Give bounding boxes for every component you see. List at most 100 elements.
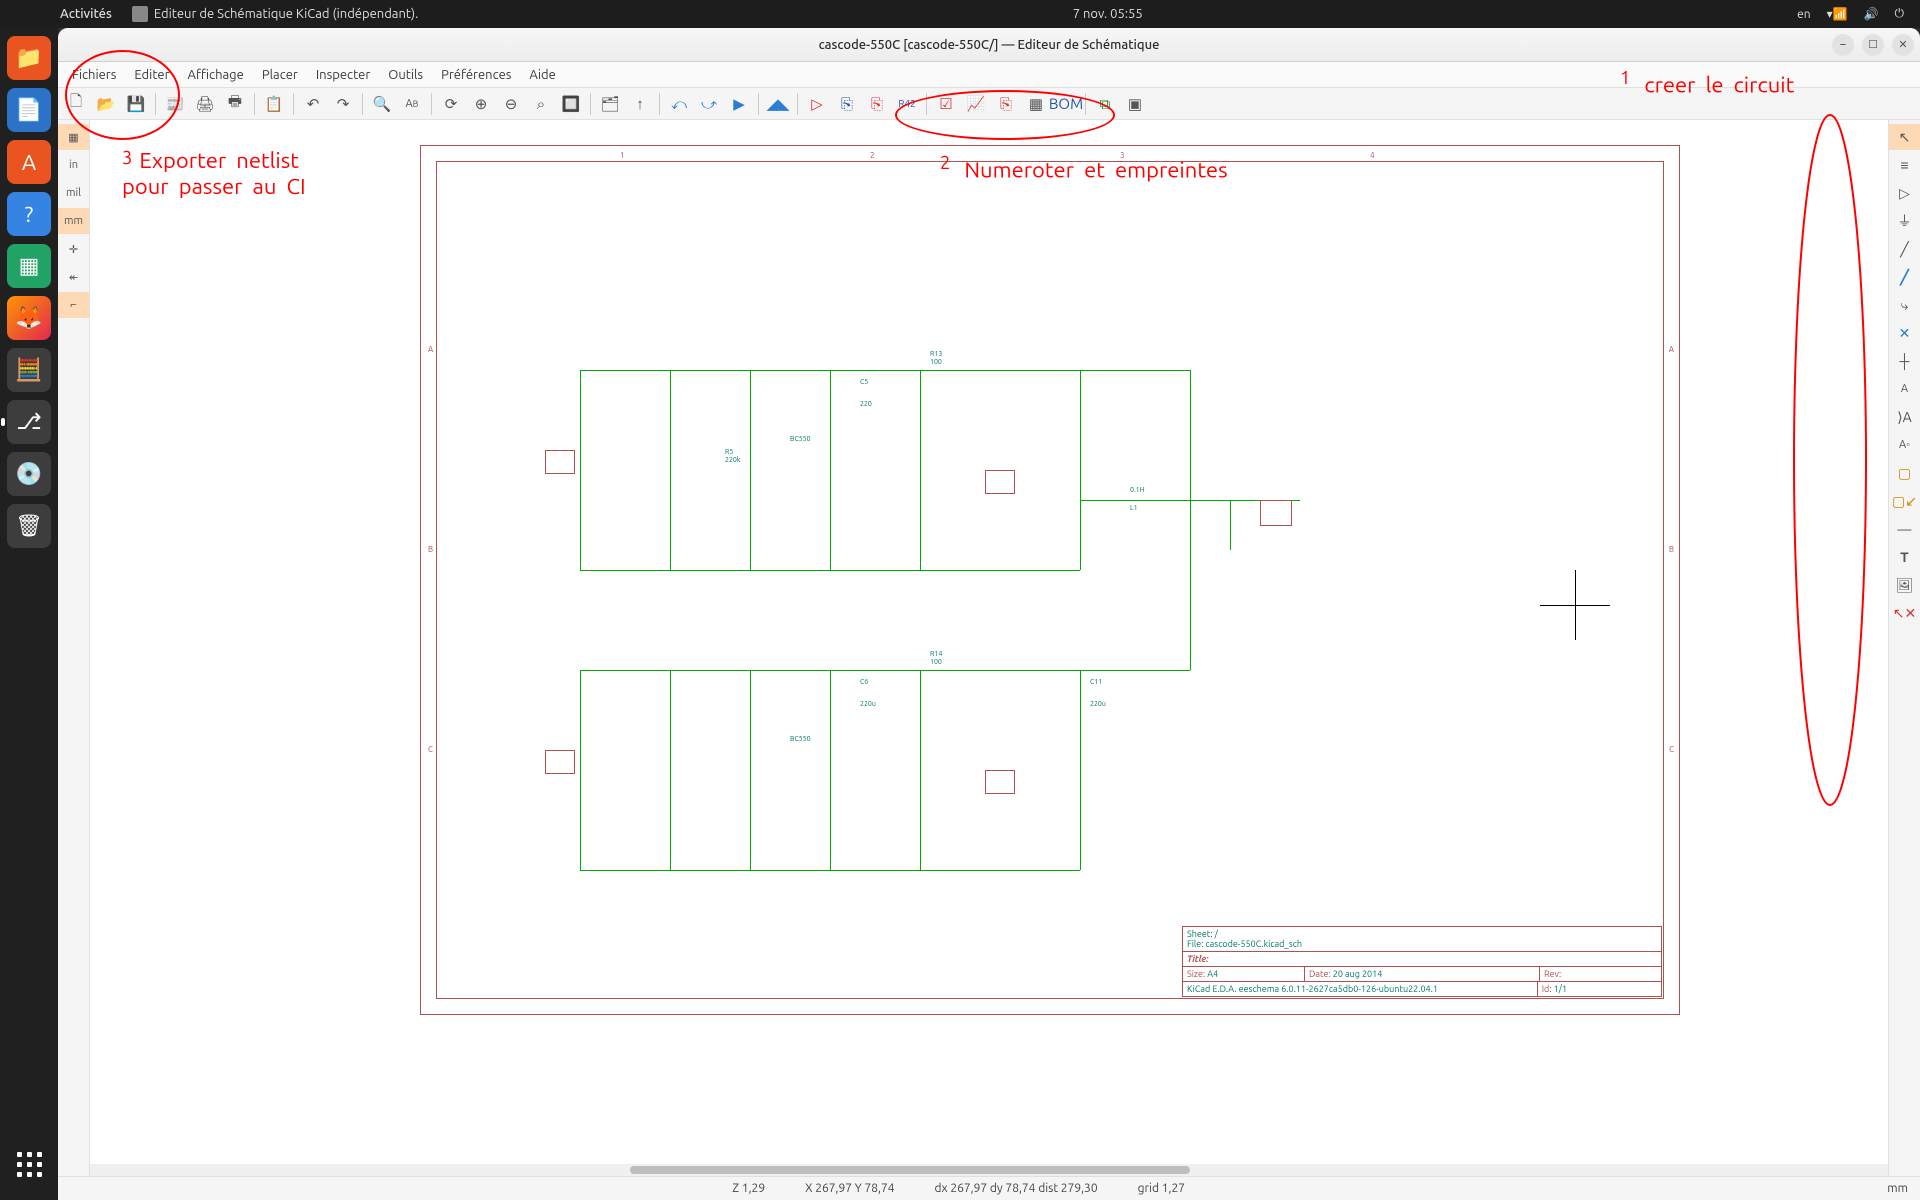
- separator: [797, 93, 798, 115]
- dock-writer[interactable]: 📄: [7, 88, 51, 132]
- open-icon[interactable]: 📂: [92, 90, 120, 118]
- global-label-icon[interactable]: ⟩A: [1889, 404, 1920, 430]
- menu-aide[interactable]: Aide: [521, 65, 563, 85]
- open-pcb-icon[interactable]: ⧉: [1091, 90, 1119, 118]
- menu-editer[interactable]: Editer: [126, 65, 177, 85]
- symbol-editor-icon[interactable]: ▷: [803, 90, 831, 118]
- menu-fichiers[interactable]: Fichiers: [64, 65, 124, 85]
- dock-software[interactable]: A: [7, 140, 51, 184]
- browse-symbols-icon[interactable]: ⎘: [833, 90, 861, 118]
- activities-button[interactable]: Activités: [60, 7, 112, 21]
- volume-icon[interactable]: 🔊: [1864, 7, 1879, 21]
- assign-footprints-icon[interactable]: ⎘: [992, 90, 1020, 118]
- zoom-selection-icon[interactable]: 🔲: [557, 90, 585, 118]
- menu-outils[interactable]: Outils: [380, 65, 431, 85]
- scrollbar-thumb[interactable]: [630, 1166, 1190, 1174]
- menu-inspecter[interactable]: Inspecter: [308, 65, 378, 85]
- plot-icon[interactable]: 🖶: [221, 90, 249, 118]
- gnome-top-bar: Activités Editeur de Schématique KiCad (…: [0, 0, 1920, 28]
- units-mm[interactable]: mm: [58, 208, 89, 234]
- save-icon[interactable]: 💾: [122, 90, 150, 118]
- canvas-hscrollbar[interactable]: [90, 1164, 1888, 1176]
- show-applications[interactable]: [7, 1142, 51, 1186]
- hidden-pins-icon[interactable]: ↞: [58, 264, 89, 290]
- new-icon[interactable]: 🗋: [62, 90, 90, 118]
- simulator-icon[interactable]: 📈: [962, 90, 990, 118]
- status-unit[interactable]: mm: [1887, 1182, 1908, 1195]
- menu-affichage[interactable]: Affichage: [180, 65, 252, 85]
- add-bus-icon[interactable]: ╱: [1889, 264, 1920, 290]
- zoom-fit-icon[interactable]: ⌕: [527, 90, 555, 118]
- add-image-icon[interactable]: 🖼: [1889, 572, 1920, 598]
- zoom-out-icon[interactable]: ⊖: [497, 90, 525, 118]
- lang-indicator[interactable]: en: [1797, 8, 1810, 21]
- wire-to-bus-icon[interactable]: ⤷: [1889, 292, 1920, 318]
- hier-label-icon[interactable]: A◦: [1889, 432, 1920, 458]
- undo-icon[interactable]: ↶: [299, 90, 327, 118]
- find-icon[interactable]: 🔍: [368, 90, 396, 118]
- full-crosshair-icon[interactable]: ✛: [58, 236, 89, 262]
- status-grid[interactable]: grid 1,27: [1138, 1182, 1185, 1195]
- annotate-icon[interactable]: R42: [893, 90, 921, 118]
- redo-icon[interactable]: ↷: [329, 90, 357, 118]
- bom-icon[interactable]: BOM: [1052, 90, 1080, 118]
- select-tool-icon[interactable]: ↖: [1889, 124, 1920, 150]
- power-icon[interactable]: ⏻: [1895, 7, 1905, 21]
- highlight-net-icon[interactable]: ≡: [1889, 152, 1920, 178]
- add-symbol-icon[interactable]: ▷: [1889, 180, 1920, 206]
- window-minimize[interactable]: –: [1832, 34, 1854, 56]
- noconnect-icon[interactable]: ✕: [1889, 320, 1920, 346]
- menu-preferences[interactable]: Préférences: [433, 65, 519, 85]
- origin-icon[interactable]: ⌐: [58, 292, 89, 318]
- toggle-grid-icon[interactable]: ▦: [58, 124, 89, 150]
- script-console-icon[interactable]: ▣: [1121, 90, 1149, 118]
- import-sheet-pin-icon[interactable]: ▢↙: [1889, 488, 1920, 514]
- dock-help[interactable]: ?: [7, 192, 51, 236]
- paste-icon[interactable]: 📋: [260, 90, 288, 118]
- network-icon[interactable]: ▾📶: [1827, 7, 1848, 21]
- refresh-icon[interactable]: ⟳: [437, 90, 465, 118]
- dock-trash[interactable]: 🗑: [7, 504, 51, 548]
- junction-icon[interactable]: ┼: [1889, 348, 1920, 374]
- delete-tool-icon[interactable]: ↖✕: [1889, 600, 1920, 626]
- page-settings-icon[interactable]: 📰: [161, 90, 189, 118]
- cursor-crosshair-h: [1540, 605, 1610, 606]
- units-in[interactable]: in: [58, 152, 89, 178]
- dock-firefox[interactable]: 🦊: [7, 296, 51, 340]
- rotate-ccw-icon[interactable]: ⤺: [665, 90, 693, 118]
- edit-fields-icon[interactable]: ▦: [1022, 90, 1050, 118]
- rotate-cw-icon[interactable]: ⤻: [695, 90, 723, 118]
- mirror-h-icon[interactable]: ◢◣: [764, 90, 792, 118]
- dock-disks[interactable]: 💿: [7, 452, 51, 496]
- dock-calculator[interactable]: 🧮: [7, 348, 51, 392]
- add-power-icon[interactable]: ⏚: [1889, 208, 1920, 234]
- text-icon[interactable]: T: [1889, 544, 1920, 570]
- top-app-indicator[interactable]: Editeur de Schématique KiCad (indépendan…: [132, 6, 418, 22]
- erc-icon[interactable]: ☑: [932, 90, 960, 118]
- footprint-assign-icon[interactable]: ⎘: [863, 90, 891, 118]
- units-mil[interactable]: mil: [58, 180, 89, 206]
- dock-files[interactable]: 📁: [7, 36, 51, 80]
- label-icon[interactable]: A: [1889, 376, 1920, 402]
- hierarchy-icon[interactable]: 🗂: [596, 90, 624, 118]
- zoom-in-icon[interactable]: ⊕: [467, 90, 495, 118]
- mirror-v-icon[interactable]: ▶: [725, 90, 753, 118]
- canvas[interactable]: A B C A B C 1 2 3 4 Sheet: /File: cascod…: [90, 120, 1888, 1176]
- window-close[interactable]: ✕: [1892, 34, 1914, 56]
- find-replace-icon[interactable]: AB: [398, 90, 426, 118]
- dock-calc[interactable]: ▦: [7, 244, 51, 288]
- separator: [293, 93, 294, 115]
- window-maximize[interactable]: ☐: [1862, 34, 1884, 56]
- add-sheet-icon[interactable]: ▢: [1889, 460, 1920, 486]
- menu-placer[interactable]: Placer: [254, 65, 306, 85]
- ubuntu-dock: 📁 📄 A ? ▦ 🦊 🧮 ⎇ 💿 🗑: [0, 28, 58, 1200]
- leave-sheet-icon[interactable]: ↑: [626, 90, 654, 118]
- print-icon[interactable]: 🖨: [191, 90, 219, 118]
- status-dxy: dx 267,97 dy 78,74 dist 279,30: [935, 1182, 1098, 1195]
- clock[interactable]: 7 nov. 05:55: [418, 7, 1797, 21]
- separator: [659, 93, 660, 115]
- line-icon[interactable]: —: [1889, 516, 1920, 542]
- right-toolbar: ↖ ≡ ▷ ⏚ ╱ ╱ ⤷ ✕ ┼ A ⟩A A◦ ▢ ▢↙ — T 🖼 ↖✕: [1888, 120, 1920, 1176]
- dock-kicad-eeschema[interactable]: ⎇: [7, 400, 51, 444]
- add-wire-icon[interactable]: ╱: [1889, 236, 1920, 262]
